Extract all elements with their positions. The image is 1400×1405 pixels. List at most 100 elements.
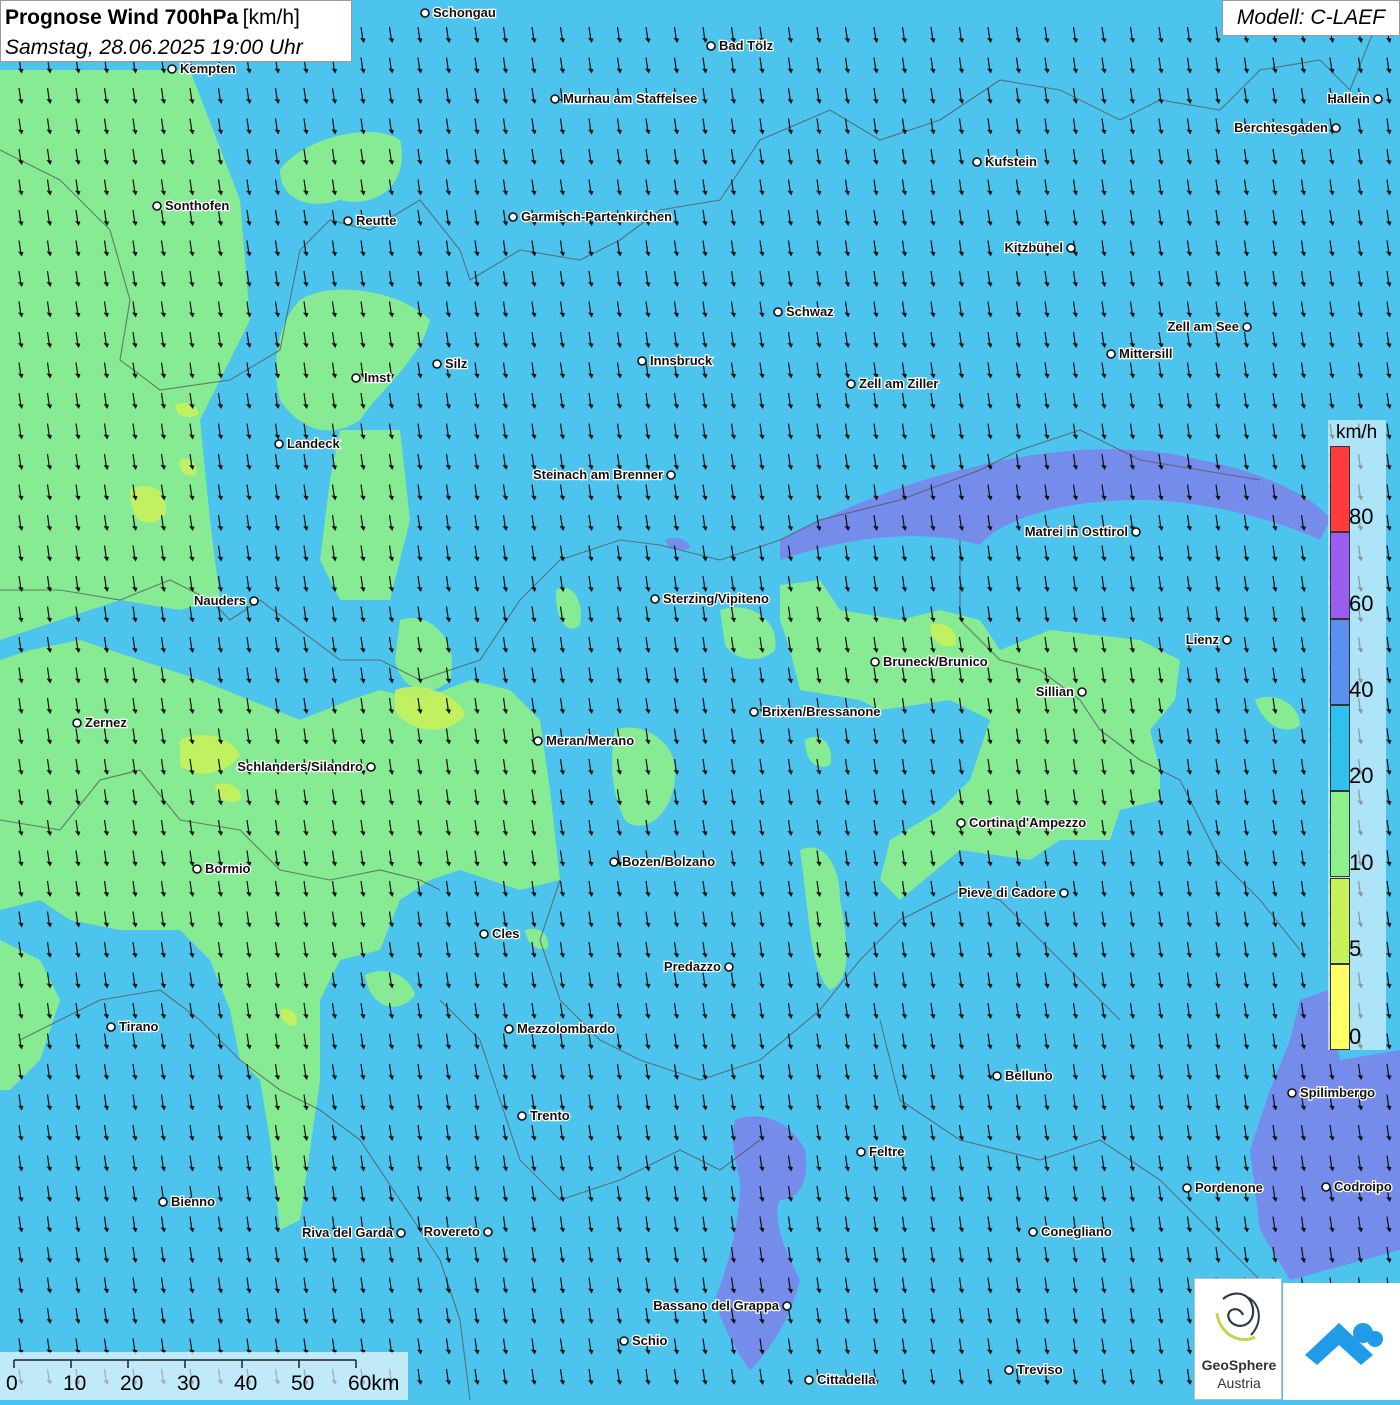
city-dot (1059, 888, 1069, 898)
legend-label: 0 (1349, 1024, 1362, 1050)
geosphere-logo[interactable]: GeoSphere Austria (1194, 1278, 1282, 1400)
legend-label: 5 (1349, 935, 1362, 961)
scale-label: 60km (348, 1372, 400, 1395)
city-dot (992, 1071, 1002, 1081)
city-label: Lienz (1186, 632, 1220, 647)
city-label: Bassano del Grappa (653, 1298, 779, 1313)
city-label: Sterzing/Vipiteno (663, 591, 769, 606)
city-dot (533, 736, 543, 746)
city-dot (1066, 243, 1076, 253)
legend-label: 10 (1349, 849, 1374, 875)
city-label: Pordenone (1195, 1180, 1263, 1195)
legend-unit: km/h (1336, 422, 1378, 443)
city-dot (274, 439, 284, 449)
geosphere-logo-icon (1215, 1292, 1260, 1341)
legend-swatch (1330, 791, 1350, 878)
city-dot (724, 962, 734, 972)
legend-swatch (1330, 618, 1350, 705)
city-marker: Garmisch-Partenkirchen (508, 208, 673, 225)
city-label: Brixen/Bressanone (762, 704, 881, 719)
city-label: Landeck (287, 436, 341, 451)
city-marker: Riva del Garda (301, 1224, 406, 1241)
city-dot (637, 356, 647, 366)
city-dot (504, 1024, 514, 1034)
city-label: Sillian (1036, 684, 1074, 699)
city-dot (479, 929, 489, 939)
city-dot (1106, 349, 1116, 359)
city-dot (1373, 94, 1383, 104)
city-label: Mittersill (1119, 346, 1172, 361)
city-dot (1242, 322, 1252, 332)
city-dot (782, 1301, 792, 1311)
legend-label: 80 (1349, 504, 1374, 530)
city-dot (956, 818, 966, 828)
city-label: Innsbruck (650, 353, 713, 368)
city-marker: Zell am See (1166, 318, 1252, 335)
city-marker: Brixen/Bressanone (749, 703, 882, 720)
title-box: Prognose Wind 700hPa [km/h] Samstag, 28.… (0, 0, 352, 62)
city-dot (1182, 1183, 1192, 1193)
city-label: Bozen/Bolzano (622, 854, 715, 869)
city-marker: Innsbruck (637, 352, 714, 369)
city-marker: Steinach am Brenner (532, 466, 676, 483)
city-dot (432, 359, 442, 369)
city-label: Silz (445, 356, 468, 371)
city-dot (666, 470, 676, 480)
model-label: Modell: C-LAEF (1222, 0, 1400, 36)
city-dot (773, 307, 783, 317)
city-marker: Murnau am Staffelsee (550, 90, 699, 107)
city-label: Meran/Merano (546, 733, 634, 748)
city-dot (650, 594, 660, 604)
city-dot (396, 1228, 406, 1238)
city-marker: Bruneck/Brunico (870, 653, 989, 670)
city-label: Steinach am Brenner (533, 467, 663, 482)
city-dot (846, 379, 856, 389)
city-dot (1331, 123, 1341, 133)
city-marker: Spilimbergo (1287, 1084, 1376, 1101)
city-label: Bienno (171, 1194, 215, 1209)
city-marker: Schongau (420, 4, 497, 21)
city-label: Reutte (356, 213, 396, 228)
city-label: Riva del Garda (302, 1225, 394, 1240)
city-dot (550, 94, 560, 104)
city-dot (856, 1147, 866, 1157)
city-label: Zell am See (1167, 319, 1239, 334)
scale-label: 40 (234, 1372, 258, 1395)
app-logo[interactable] (1283, 1283, 1400, 1400)
city-dot (72, 718, 82, 728)
scale-label: 20 (120, 1372, 144, 1395)
city-label: Mezzolombardo (517, 1021, 615, 1036)
city-label: Zernez (85, 715, 127, 730)
city-marker: Schlanders/Silandro (236, 758, 376, 775)
city-label: Schlanders/Silandro (237, 759, 363, 774)
city-dot (167, 64, 177, 74)
city-marker: Conegliano (1028, 1223, 1113, 1240)
city-dot (1222, 635, 1232, 645)
city-dot (366, 762, 376, 772)
city-label: Berchtesgaden (1234, 120, 1328, 135)
city-label: Pieve di Cadore (958, 885, 1056, 900)
legend-swatch (1330, 963, 1350, 1051)
city-label: Tirano (119, 1019, 159, 1034)
wind-map: Schongau Bad Tölz Kempten Murnau am Staffel… (0, 0, 1400, 1400)
city-label: Feltre (869, 1144, 904, 1159)
city-dot (1321, 1182, 1331, 1192)
city-marker: Bassano del Grappa (652, 1297, 792, 1314)
city-label: Matrei in Osttirol (1025, 524, 1128, 539)
city-label: Rovereto (424, 1224, 480, 1239)
geosphere-logo-line1: GeoSphere (1201, 1357, 1277, 1373)
city-marker: Pordenone (1182, 1179, 1264, 1196)
city-label: Hallein (1327, 91, 1370, 106)
scale-label: 0 (6, 1372, 18, 1395)
city-dot (706, 41, 716, 51)
wind-zone (0, 70, 250, 640)
city-dot (972, 157, 982, 167)
scale-label: 30 (177, 1372, 201, 1395)
legend-label: 60 (1349, 590, 1374, 616)
city-dot (870, 657, 880, 667)
scale-bar-ticks (13, 1359, 357, 1368)
legend-label: 40 (1349, 676, 1374, 702)
forecast-datetime: Samstag, 28.06.2025 19:00 Uhr (5, 36, 303, 59)
city-label: Cittadella (817, 1372, 876, 1387)
city-label: Kitzbühel (1005, 240, 1064, 255)
